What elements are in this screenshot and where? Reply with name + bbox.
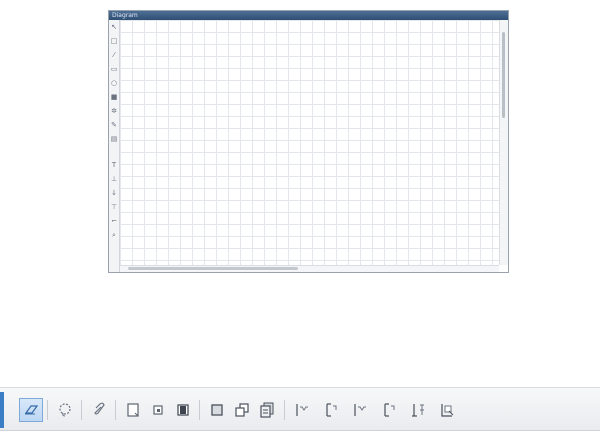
stack-icon[interactable]: ▤ <box>110 135 118 143</box>
page-icon <box>127 403 139 417</box>
align-middle-icon <box>384 403 395 417</box>
pointer-icon[interactable]: ↖ <box>110 23 118 31</box>
vertical-scrollbar[interactable] <box>499 20 508 265</box>
distribute-icon <box>412 404 424 417</box>
paperclip-icon <box>94 402 105 415</box>
drawing-canvas[interactable] <box>120 20 499 265</box>
arrow-icon[interactable]: ↓ <box>110 189 118 197</box>
square-icon <box>211 404 223 416</box>
pencil-icon[interactable]: ⁄ <box>110 51 118 59</box>
align-top-icon <box>326 403 337 417</box>
connector-icon[interactable]: ⊤ <box>110 203 118 211</box>
align-center-button[interactable] <box>348 398 372 422</box>
diagram-window: Diagram ↖ □ ⁄ ▭ ○ ■ ✲ ✎ ▤ T ⊥ ↓ ⊤ ⌐ ⌕ <box>108 10 509 273</box>
pages-icon <box>260 402 274 418</box>
toolbar-accent-edge <box>0 392 4 428</box>
page-fill-button[interactable] <box>171 398 195 422</box>
lasso-icon <box>59 403 71 417</box>
horizontal-scrollbar[interactable] <box>120 265 499 272</box>
toolbar-separator <box>47 400 48 420</box>
page-small-icon <box>153 405 163 415</box>
align-center-icon <box>354 404 366 416</box>
lasso-button[interactable] <box>53 398 77 422</box>
line-icon[interactable]: ⊥ <box>110 175 118 183</box>
toolbar-separator <box>199 400 200 420</box>
pages-button[interactable] <box>255 398 279 422</box>
window-titlebar: Diagram <box>109 11 508 20</box>
text-icon[interactable]: T <box>110 161 118 169</box>
toolbar-separator <box>81 400 82 420</box>
align-corner-button[interactable] <box>435 398 459 422</box>
pen-icon[interactable]: ✎ <box>110 121 118 129</box>
align-corner-icon <box>441 404 454 417</box>
gear-icon[interactable]: ✲ <box>110 107 118 115</box>
new-page-button[interactable] <box>121 398 145 422</box>
zoom-icon[interactable]: ⌕ <box>110 231 118 239</box>
link-icon[interactable]: ⌐ <box>110 217 118 225</box>
filled-square-icon[interactable]: ■ <box>110 93 118 101</box>
drawing-toolbar <box>0 387 600 431</box>
page-fill-icon <box>177 404 189 416</box>
horizontal-scroll-thumb[interactable] <box>128 267 298 270</box>
align-middle-button[interactable] <box>377 398 401 422</box>
eraser-button[interactable] <box>19 398 43 422</box>
vertical-scroll-thumb[interactable] <box>502 32 505 118</box>
eraser-icon <box>24 405 39 415</box>
align-top-button[interactable] <box>319 398 343 422</box>
toolbar-separator <box>115 400 116 420</box>
copy-icon <box>235 403 249 417</box>
rectangle-icon[interactable]: □ <box>110 37 118 45</box>
square-button[interactable] <box>205 398 229 422</box>
tool-palette: ↖ □ ⁄ ▭ ○ ■ ✲ ✎ ▤ T ⊥ ↓ ⊤ ⌐ ⌕ <box>109 20 120 272</box>
window-title: Diagram <box>112 12 138 19</box>
ellipse-icon[interactable]: ▭ <box>110 65 118 73</box>
align-left-button[interactable] <box>290 398 314 422</box>
distribute-button[interactable] <box>406 398 430 422</box>
page-small-button[interactable] <box>146 398 170 422</box>
circle-icon[interactable]: ○ <box>110 79 118 87</box>
copy-button[interactable] <box>230 398 254 422</box>
attach-button[interactable] <box>87 398 111 422</box>
toolbar-separator <box>284 400 285 420</box>
align-left-icon <box>296 404 308 416</box>
